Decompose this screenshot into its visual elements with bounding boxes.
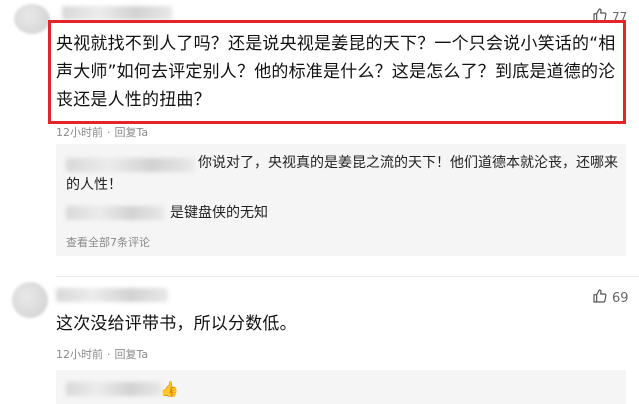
reply-username-blurred[interactable] — [66, 206, 164, 220]
thumbs-up-icon — [592, 288, 608, 308]
avatar[interactable] — [14, 4, 50, 34]
comment-text: 央视就找不到人了吗？还是说央视是姜昆的天下？一个只会说小笑话的“相声大师”如何去… — [56, 34, 616, 110]
reply-link[interactable]: 回复Ta — [115, 348, 149, 361]
thumbs-up-emoji-icon: 👍 — [160, 380, 179, 398]
reply-username-blurred[interactable] — [66, 382, 162, 396]
reply-text: 是键盘侠的无知 — [170, 205, 268, 221]
timestamp: 12小时前 — [56, 348, 103, 361]
divider — [56, 276, 639, 277]
timestamp: 12小时前 — [56, 126, 103, 139]
like-button[interactable]: 69 — [592, 288, 629, 308]
reply-text: 你说对了，央视真的是姜昆之流的天下！他们道德本就沦丧，还哪来的人性！ — [66, 155, 618, 193]
comment-text: 这次没给评带书，所以分数低。 — [56, 314, 297, 334]
comment-meta: 12小时前 · 回复Ta — [56, 126, 149, 139]
comment-meta: 12小时前 · 回复Ta — [56, 348, 149, 361]
username-blurred[interactable] — [56, 288, 168, 302]
reply-link[interactable]: 回复Ta — [115, 126, 149, 139]
avatar[interactable] — [12, 282, 48, 318]
view-all-replies-link[interactable]: 查看全部7条评论 — [66, 234, 150, 250]
username-blurred[interactable] — [62, 6, 172, 20]
like-count: 69 — [612, 290, 629, 306]
